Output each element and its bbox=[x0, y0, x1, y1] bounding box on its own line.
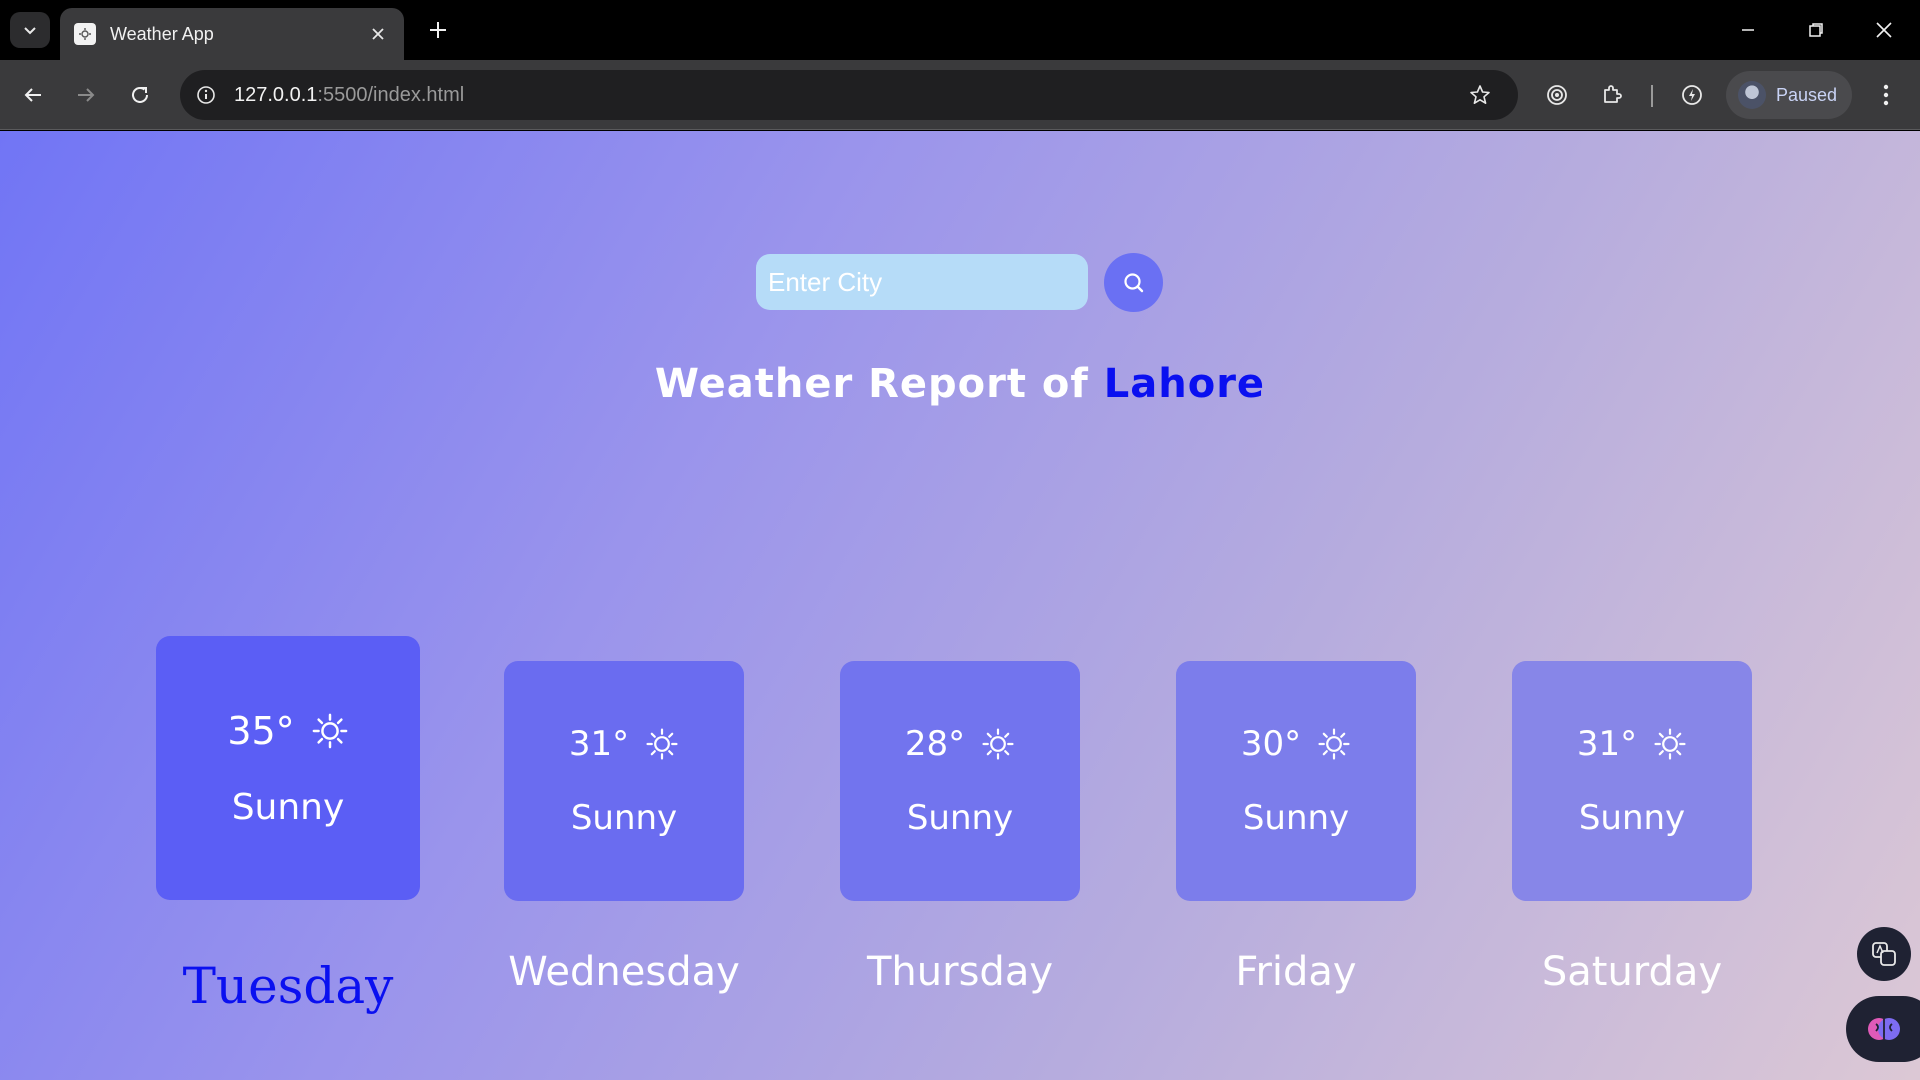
tab-favicon-icon bbox=[74, 23, 96, 45]
url-host: 127.0.0.1 bbox=[234, 83, 318, 106]
temperature: 28° bbox=[904, 724, 966, 764]
kebab-menu-icon bbox=[1883, 84, 1889, 106]
reload-icon bbox=[132, 86, 148, 103]
condition: Sunny bbox=[1242, 798, 1350, 838]
profile-button[interactable]: Paused bbox=[1726, 71, 1852, 119]
sun-icon bbox=[1654, 728, 1686, 760]
condition: Sunny bbox=[1578, 798, 1686, 838]
chevron-down-icon bbox=[24, 27, 36, 35]
city-name: Lahore bbox=[1103, 361, 1266, 407]
tab-title: Weather App bbox=[110, 23, 214, 44]
restore-icon bbox=[1809, 23, 1823, 37]
tab-search-button[interactable] bbox=[10, 12, 50, 48]
page-title: Weather Report of Lahore bbox=[0, 361, 1920, 407]
temp-row: 28° bbox=[905, 724, 1015, 764]
url-text: 127.0.0.1:5500/index.html bbox=[234, 84, 1462, 107]
day-label-friday[interactable]: Friday bbox=[1176, 949, 1416, 995]
browser-menu-button[interactable] bbox=[1868, 77, 1904, 113]
minimize-icon bbox=[1742, 29, 1754, 31]
arrow-left-icon bbox=[24, 88, 41, 102]
url-path: :5500/index.html bbox=[317, 83, 465, 106]
avatar bbox=[1738, 81, 1766, 109]
reload-button[interactable] bbox=[122, 77, 158, 113]
brain-icon bbox=[1868, 1018, 1900, 1040]
temp-row: 30° bbox=[1241, 724, 1351, 764]
performance-icon[interactable] bbox=[1674, 77, 1710, 113]
forecast-card-saturday[interactable]: 31° Sunny bbox=[1512, 661, 1752, 901]
plus-icon bbox=[430, 22, 446, 38]
close-icon bbox=[1876, 22, 1892, 38]
temperature: 35° bbox=[227, 708, 295, 753]
temperature: 30° bbox=[1240, 724, 1302, 764]
temp-row: 31° bbox=[569, 724, 679, 764]
day-label-thursday[interactable]: Thursday bbox=[840, 949, 1080, 995]
temp-row: 31° bbox=[1577, 724, 1687, 764]
forward-button[interactable] bbox=[68, 77, 104, 113]
forecast-card-friday[interactable]: 30° Sunny bbox=[1176, 661, 1416, 901]
forecast-card-tuesday[interactable]: 35° Sunny bbox=[156, 636, 420, 900]
back-button[interactable] bbox=[15, 77, 51, 113]
city-search-input[interactable] bbox=[756, 254, 1088, 310]
temp-row: 35° bbox=[227, 709, 348, 753]
close-window-button[interactable] bbox=[1860, 12, 1908, 48]
forecast-card-thursday[interactable]: 28° Sunny bbox=[840, 661, 1080, 901]
site-info-icon[interactable] bbox=[188, 77, 224, 113]
toolbar-divider bbox=[1651, 85, 1653, 107]
close-tab-icon[interactable] bbox=[366, 22, 390, 46]
restore-button[interactable] bbox=[1792, 12, 1840, 48]
weather-page: Weather Report of Lahore 35° Sunny 31° S… bbox=[0, 131, 1920, 1080]
translate-extension-button[interactable] bbox=[1857, 927, 1911, 981]
sun-icon bbox=[982, 728, 1014, 760]
media-control-icon[interactable] bbox=[1539, 77, 1575, 113]
sun-icon bbox=[646, 728, 678, 760]
temperature: 31° bbox=[1576, 724, 1638, 764]
extensions-puzzle-icon[interactable] bbox=[1594, 77, 1630, 113]
arrow-right-icon bbox=[78, 88, 95, 102]
address-bar[interactable]: 127.0.0.1:5500/index.html bbox=[180, 70, 1518, 120]
active-tab[interactable]: Weather App bbox=[60, 8, 404, 60]
sun-icon bbox=[1318, 728, 1350, 760]
ai-assistant-extension-button[interactable] bbox=[1846, 996, 1920, 1062]
condition: Sunny bbox=[231, 786, 345, 828]
bookmark-star-icon[interactable] bbox=[1462, 77, 1498, 113]
temperature: 31° bbox=[568, 724, 630, 764]
condition: Sunny bbox=[570, 798, 678, 838]
profile-status: Paused bbox=[1776, 84, 1838, 105]
browser-tab-strip: Weather App bbox=[0, 0, 1920, 60]
search-button[interactable] bbox=[1104, 253, 1163, 312]
minimize-button[interactable] bbox=[1724, 12, 1772, 48]
search-icon bbox=[1123, 272, 1143, 292]
day-label-tuesday[interactable]: Tuesday bbox=[168, 957, 408, 1015]
condition: Sunny bbox=[906, 798, 1014, 838]
translate-icon bbox=[1872, 942, 1896, 966]
title-prefix: Weather Report of bbox=[654, 361, 1089, 407]
browser-toolbar: 127.0.0.1:5500/index.html Paused bbox=[0, 60, 1920, 130]
forecast-card-wednesday[interactable]: 31° Sunny bbox=[504, 661, 744, 901]
day-label-saturday[interactable]: Saturday bbox=[1512, 949, 1752, 995]
sun-icon bbox=[312, 713, 348, 748]
new-tab-button[interactable] bbox=[424, 16, 452, 44]
day-label-wednesday[interactable]: Wednesday bbox=[504, 949, 744, 995]
